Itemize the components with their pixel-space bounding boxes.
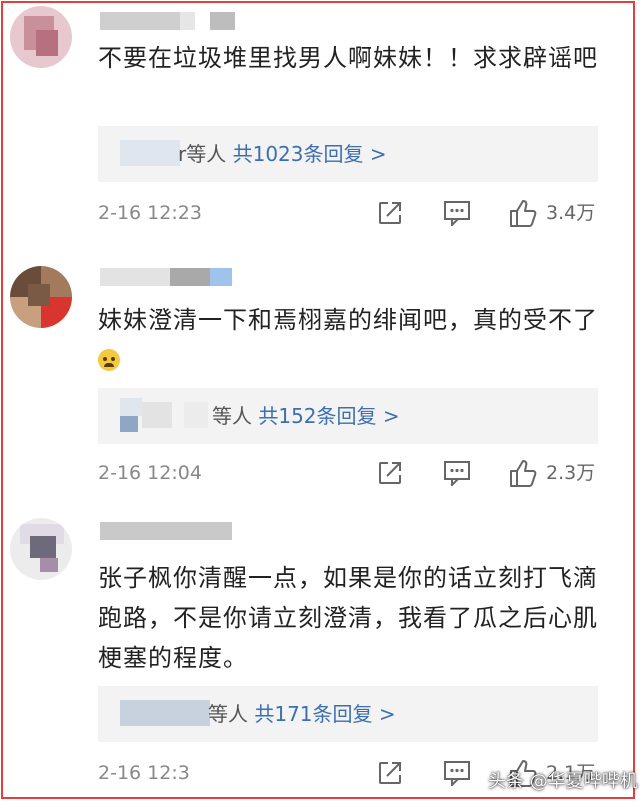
username-blurred[interactable] bbox=[100, 268, 232, 286]
reply-count-link[interactable]: 共1023条回复 > bbox=[233, 142, 387, 166]
reply-users: 等人 共152条回复 > bbox=[212, 404, 400, 428]
thumbs-up-icon[interactable] bbox=[508, 198, 538, 228]
crying-face-icon bbox=[98, 349, 120, 371]
avatar[interactable] bbox=[10, 266, 72, 328]
comment-text: 张子枫你清醒一点，如果是你的话立刻打飞滴跑路，不是你请立刻澄清，我看了瓜之后心肌… bbox=[98, 564, 598, 672]
share-icon[interactable] bbox=[377, 460, 403, 486]
share-icon[interactable] bbox=[377, 760, 403, 786]
like-count: 3.4万 bbox=[546, 202, 596, 224]
reply-summary[interactable]: 等人 共152条回复 > bbox=[98, 388, 598, 444]
reply-users: r等人 共1023条回复 > bbox=[178, 142, 387, 166]
timestamp: 2-16 12:3 bbox=[98, 762, 190, 784]
avatar[interactable] bbox=[10, 518, 72, 580]
comment-text: 妹妹澄清一下和焉栩嘉的绯闻吧，真的受不了 bbox=[98, 300, 603, 380]
share-icon[interactable] bbox=[377, 200, 403, 226]
comment-icon[interactable] bbox=[443, 460, 471, 486]
reply-count-link[interactable]: 共171条回复 > bbox=[254, 702, 395, 726]
thumbs-up-icon[interactable] bbox=[508, 458, 538, 488]
username-blurred[interactable] bbox=[100, 522, 232, 540]
watermark: 头条 @华夏哔哔机 bbox=[488, 771, 638, 792]
avatar[interactable] bbox=[10, 6, 72, 68]
comment-meta: 2-16 12:23 3.4万 bbox=[98, 198, 608, 228]
reply-summary[interactable]: r等人 共1023条回复 > bbox=[98, 126, 598, 182]
comment-icon[interactable] bbox=[443, 760, 471, 786]
reply-summary[interactable]: 等人 共171条回复 > bbox=[98, 686, 598, 742]
username-blurred[interactable] bbox=[100, 12, 235, 30]
timestamp: 2-16 12:23 bbox=[98, 202, 202, 224]
comment-text: 不要在垃圾堆里找男人啊妹妹！！求求辟谣吧 bbox=[98, 44, 598, 72]
comment-meta: 2-16 12:04 2.3万 bbox=[98, 458, 608, 488]
comment-icon[interactable] bbox=[443, 200, 471, 226]
reply-users: 等人 共171条回复 > bbox=[208, 702, 396, 726]
timestamp: 2-16 12:04 bbox=[98, 462, 202, 484]
reply-count-link[interactable]: 共152条回复 > bbox=[258, 404, 399, 428]
like-count: 2.3万 bbox=[546, 462, 596, 484]
